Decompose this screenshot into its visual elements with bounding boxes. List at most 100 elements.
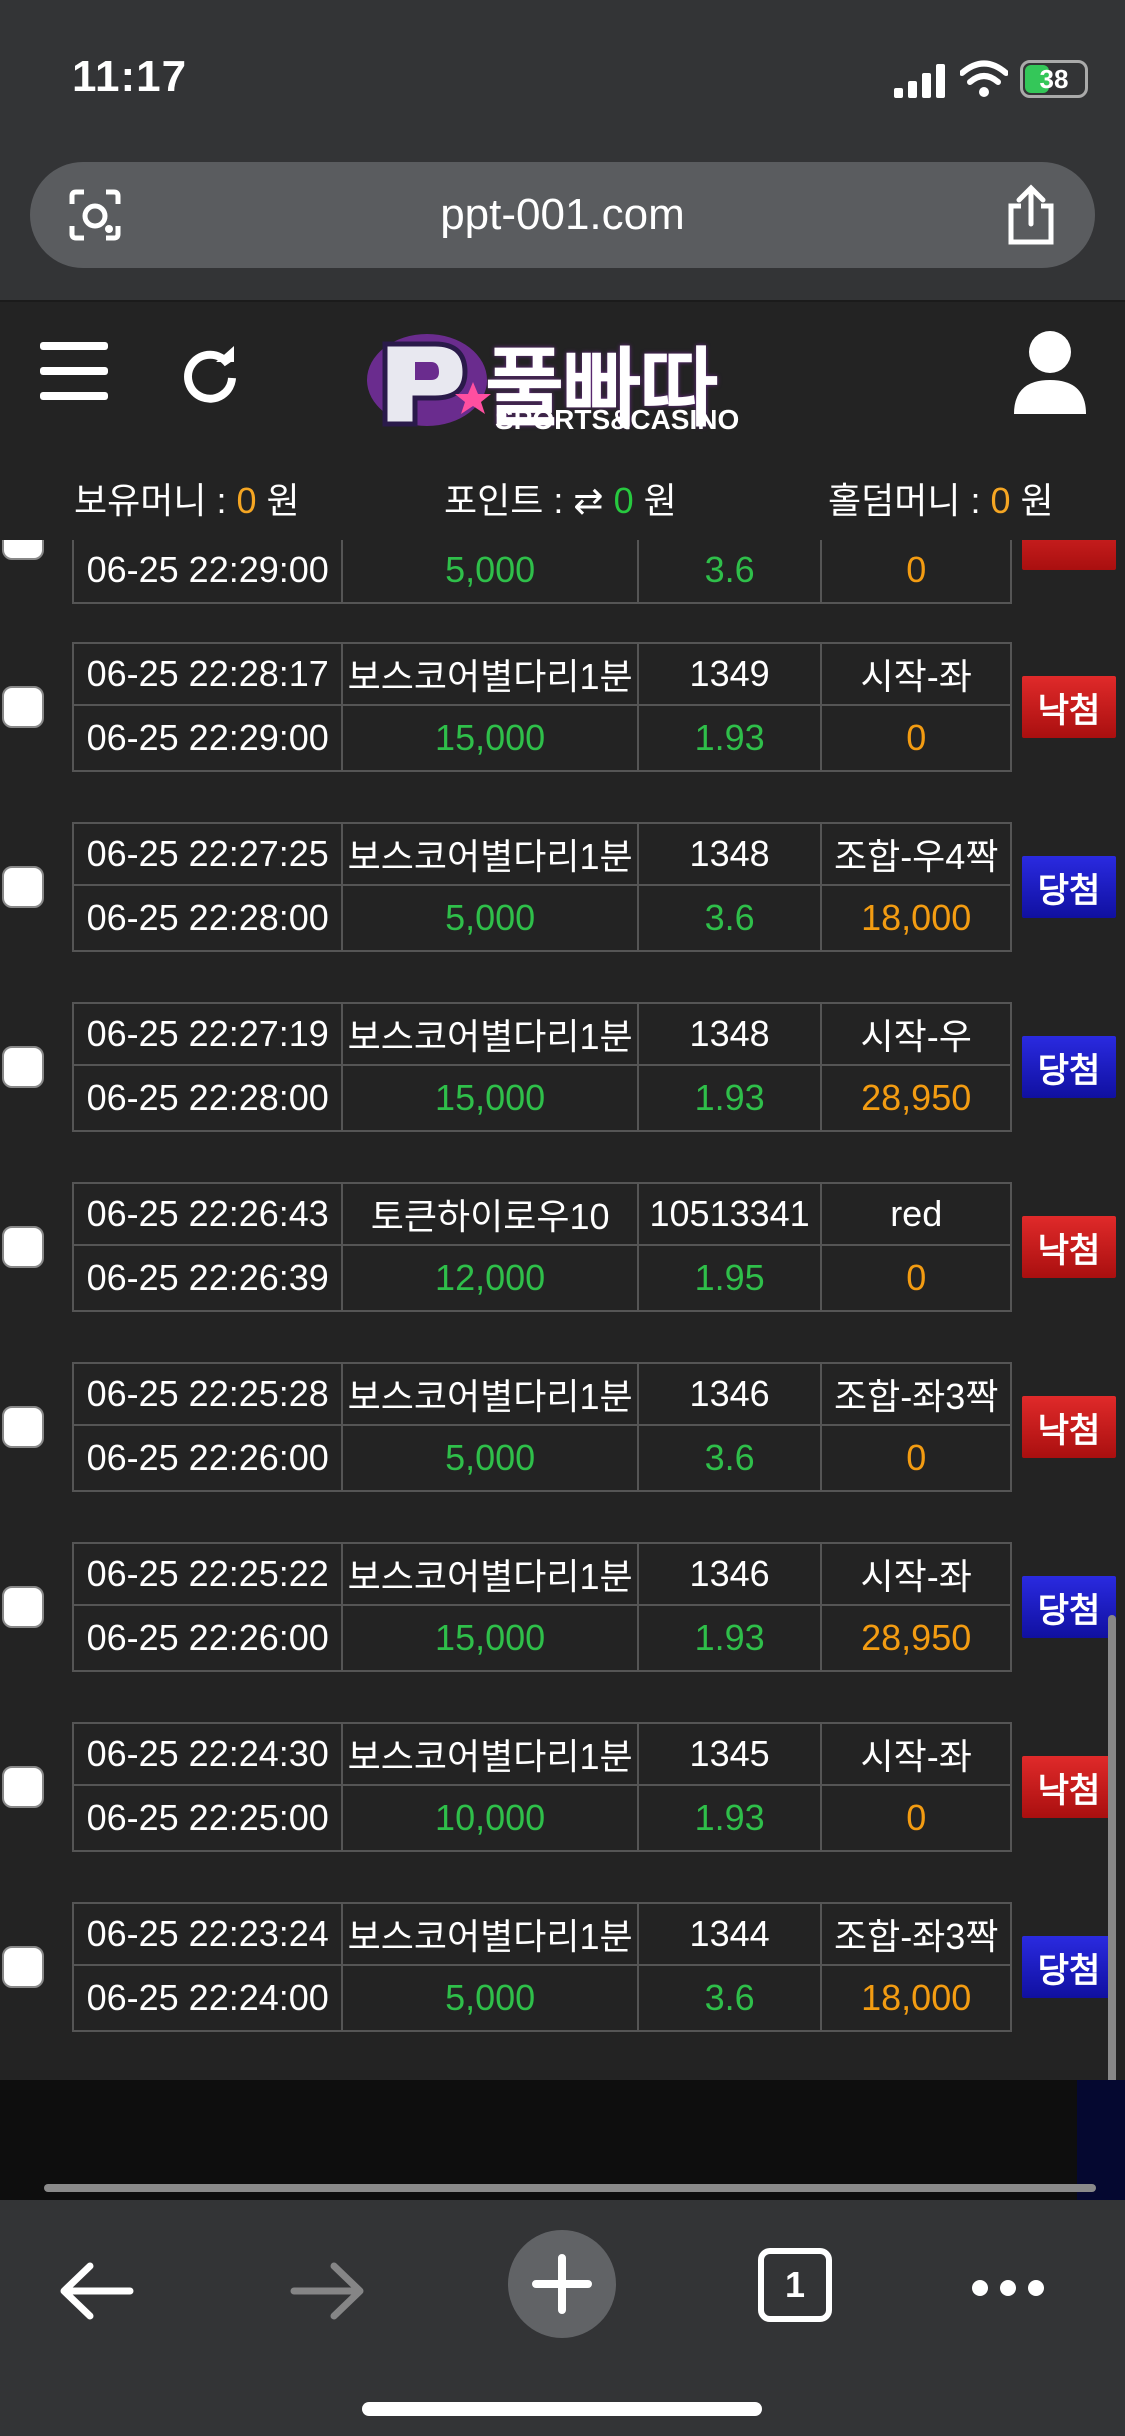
status-badge: 당첨 — [1022, 1036, 1116, 1098]
bet-payout: 18,000 — [861, 897, 972, 938]
game-name: 보스코어별다리1분 — [343, 1544, 639, 1604]
bet-checkbox[interactable] — [2, 540, 44, 560]
bet-payout: 18,000 — [861, 1977, 972, 2018]
bet-checkbox[interactable] — [2, 1766, 44, 1808]
scrollbar-thumb[interactable] — [1108, 1615, 1116, 2080]
logo-mark-icon — [367, 334, 491, 427]
refresh-icon[interactable] — [178, 342, 242, 406]
battery-level: 38 — [1039, 64, 1069, 94]
bet-row-info: 06-25 22:28:17 보스코어별다리1분 1349 시작-좌 — [72, 642, 1012, 706]
bet-checkbox[interactable] — [2, 1946, 44, 1988]
bet-entry: 06-25 22:25:22 보스코어별다리1분 1346 시작-좌 06-25… — [0, 1542, 1125, 1674]
user-icon[interactable] — [1012, 330, 1088, 414]
tabs-icon[interactable]: 1 — [758, 2248, 832, 2322]
bet-row-close: 06-25 22:26:00 15,000 1.93 28,950 — [72, 1606, 1012, 1672]
page-footer — [0, 2080, 1125, 2200]
bet-amount: 5,000 — [343, 1966, 639, 2030]
bet-amount: 10,000 — [343, 1786, 639, 1850]
bet-pick: 시작-좌 — [860, 1736, 972, 1777]
close-time: 06-25 22:25:00 — [74, 1786, 344, 1850]
close-time: 06-25 22:29:00 — [74, 540, 344, 602]
game-name: 보스코어별다리1분 — [343, 644, 639, 704]
bet-checkbox[interactable] — [2, 686, 44, 728]
bet-entry: 06-25 22:26:43 토큰하이로우10 10513341 red 06-… — [0, 1182, 1125, 1314]
address-bar[interactable]: ppt-001.com — [30, 162, 1095, 268]
close-time: 06-25 22:29:00 — [74, 706, 344, 770]
url-text[interactable]: ppt-001.com — [30, 190, 1095, 240]
bet-entry: 06-25 22:29:00 5,000 3.6 0 — [0, 540, 1125, 606]
new-tab-button[interactable] — [508, 2230, 616, 2338]
bet-payout: 28,950 — [861, 1077, 972, 1118]
round-number: 1346 — [639, 1364, 823, 1424]
bet-checkbox[interactable] — [2, 1406, 44, 1448]
menu-icon[interactable] — [40, 342, 108, 400]
bet-time: 06-25 22:27:19 — [74, 1004, 344, 1064]
bet-odds: 3.6 — [639, 1966, 823, 2030]
bet-odds: 1.95 — [639, 1246, 823, 1310]
bet-payout: 0 — [906, 1257, 927, 1298]
bet-checkbox[interactable] — [2, 1226, 44, 1268]
browser-toolbar: 1 — [0, 2184, 1125, 2436]
close-time: 06-25 22:26:39 — [74, 1246, 344, 1310]
bet-odds: 1.93 — [639, 1786, 823, 1850]
bet-amount: 15,000 — [343, 1606, 639, 1670]
browser-chrome: ppt-001.com — [0, 150, 1125, 302]
bet-entry: 06-25 22:24:30 보스코어별다리1분 1345 시작-좌 06-25… — [0, 1722, 1125, 1854]
status-badge: 당첨 — [1022, 1936, 1116, 1998]
balance-bar: 보유머니 : 0 원 포인트 : ⇄ 0 원 홀덤머니 : 0 원 — [0, 462, 1125, 522]
bet-row-info: 06-25 22:26:43 토큰하이로우10 10513341 red — [72, 1182, 1012, 1246]
bet-payout: 0 — [906, 1797, 927, 1838]
bet-checkbox[interactable] — [2, 1586, 44, 1628]
bet-payout: 0 — [906, 549, 927, 590]
bet-odds: 1.93 — [639, 706, 823, 770]
bet-time: 06-25 22:26:43 — [74, 1184, 344, 1244]
money-balance: 보유머니 : 0 원 — [74, 480, 300, 521]
share-icon[interactable] — [1003, 184, 1059, 246]
site-logo[interactable]: 풀빠따 SPORTS&CASINO — [365, 318, 765, 437]
bet-history-list[interactable]: 06-25 22:29:00 5,000 3.6 0 06-25 22:28:1… — [0, 540, 1125, 2080]
game-name: 토큰하이로우10 — [343, 1184, 639, 1244]
round-number: 1346 — [639, 1544, 823, 1604]
bet-entry: 06-25 22:25:28 보스코어별다리1분 1346 조합-좌3짝 06-… — [0, 1362, 1125, 1494]
transfer-icon[interactable]: ⇄ — [573, 480, 603, 521]
round-number: 1349 — [639, 644, 823, 704]
bet-row-close: 06-25 22:26:00 5,000 3.6 0 — [72, 1426, 1012, 1492]
bet-checkbox[interactable] — [2, 1046, 44, 1088]
bet-row-info: 06-25 22:23:24 보스코어별다리1분 1344 조합-좌3짝 — [72, 1902, 1012, 1966]
bet-row-close: 06-25 22:24:00 5,000 3.6 18,000 — [72, 1966, 1012, 2032]
horizontal-scrollbar — [44, 2184, 1096, 2192]
game-name: 보스코어별다리1분 — [343, 1004, 639, 1064]
bet-pick: 조합-우4짝 — [833, 836, 999, 877]
bet-entry: 06-25 22:27:19 보스코어별다리1분 1348 시작-우 06-25… — [0, 1002, 1125, 1134]
bet-time: 06-25 22:25:22 — [74, 1544, 344, 1604]
bet-amount: 15,000 — [343, 1066, 639, 1130]
point-value: 0 — [613, 480, 634, 521]
bet-row-info: 06-25 22:27:19 보스코어별다리1분 1348 시작-우 — [72, 1002, 1012, 1066]
close-time: 06-25 22:28:00 — [74, 886, 344, 950]
game-name: 보스코어별다리1분 — [343, 824, 639, 884]
home-indicator — [362, 2402, 762, 2416]
back-icon[interactable] — [58, 2260, 134, 2322]
round-number: 1344 — [639, 1904, 823, 1964]
status-badge: 낙첨 — [1022, 1756, 1116, 1818]
more-icon[interactable] — [970, 2278, 1046, 2298]
game-name: 보스코어별다리1분 — [343, 1724, 639, 1784]
status-time: 11:17 — [72, 52, 188, 101]
bet-time: 06-25 22:27:25 — [74, 824, 344, 884]
round-number: 1348 — [639, 824, 823, 884]
bet-time: 06-25 22:23:24 — [74, 1904, 344, 1964]
bet-odds: 3.6 — [639, 540, 823, 602]
bet-amount: 5,000 — [343, 1426, 639, 1490]
bet-row-close: 06-25 22:25:00 10,000 1.93 0 — [72, 1786, 1012, 1852]
bet-row-close: 06-25 22:28:00 5,000 3.6 18,000 — [72, 886, 1012, 952]
status-badge: 당첨 — [1022, 1576, 1116, 1638]
bet-payout: 28,950 — [861, 1617, 972, 1658]
status-badge — [1022, 540, 1116, 570]
bet-amount: 5,000 — [343, 886, 639, 950]
bet-checkbox[interactable] — [2, 866, 44, 908]
forward-icon[interactable] — [290, 2260, 366, 2322]
bet-row-info: 06-25 22:24:30 보스코어별다리1분 1345 시작-좌 — [72, 1722, 1012, 1786]
close-time: 06-25 22:26:00 — [74, 1426, 344, 1490]
bet-odds: 3.6 — [639, 886, 823, 950]
site-header: 풀빠따 SPORTS&CASINO 보유머니 : 0 원 포인트 : ⇄ 0 원… — [0, 302, 1125, 542]
